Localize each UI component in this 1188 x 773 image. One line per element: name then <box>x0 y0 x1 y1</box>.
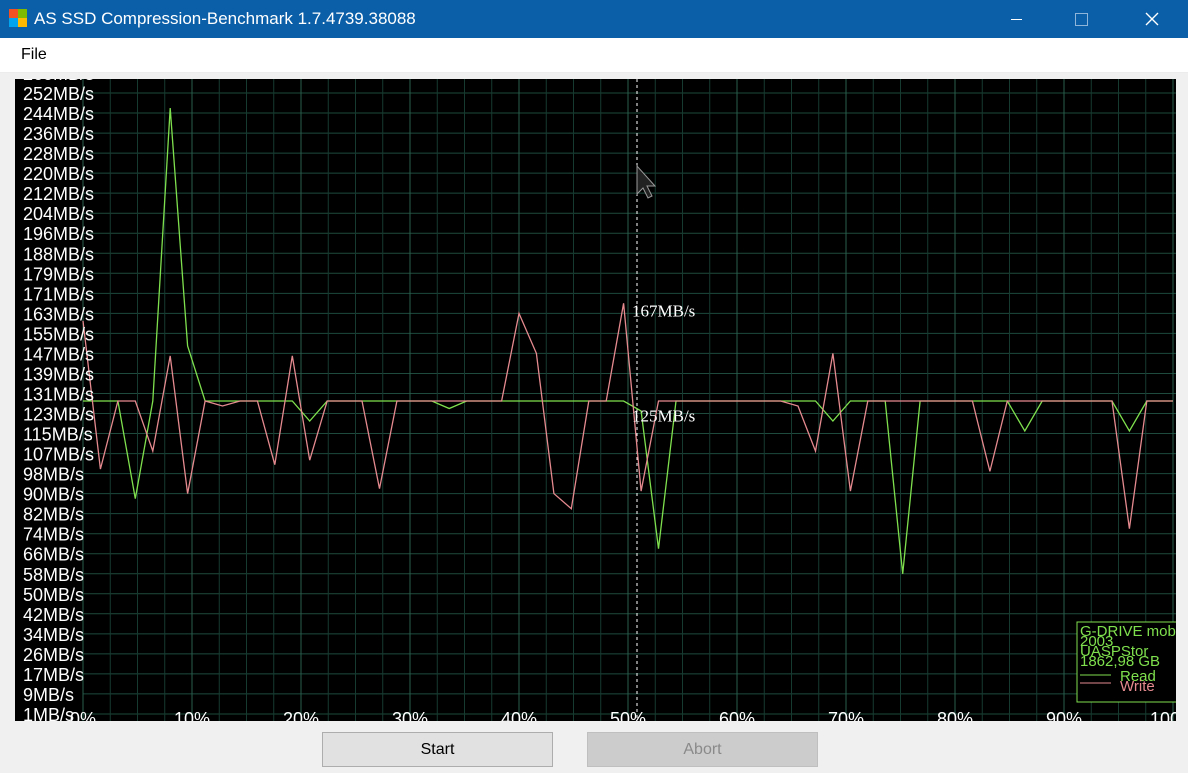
y-tick-label: 188MB/s <box>23 244 94 264</box>
x-tick-label: 70% <box>828 709 864 721</box>
y-tick-label: 228MB/s <box>23 144 94 164</box>
y-tick-label: 236MB/s <box>23 124 94 144</box>
y-tick-label: 123MB/s <box>23 405 94 425</box>
y-tick-label: 147MB/s <box>23 344 94 364</box>
y-tick-label: 131MB/s <box>23 384 94 404</box>
app-icon <box>9 9 27 27</box>
x-tick-label: 30% <box>392 709 428 721</box>
minimize-button[interactable] <box>986 0 1046 38</box>
x-tick-label: 50% <box>610 709 646 721</box>
legend-write-label: Write <box>1120 678 1155 695</box>
legend-layer: G-DRIVE mobile2003UASPStor1862,98 GBRead… <box>1076 621 1176 703</box>
y-tick-label: 42MB/s <box>23 605 84 625</box>
y-tick-label: 66MB/s <box>23 545 84 565</box>
y-tick-label: 26MB/s <box>23 645 84 665</box>
annotation-label: 167MB/s <box>632 301 695 320</box>
y-tick-label: 179MB/s <box>23 264 94 284</box>
x-tick-label: 100% <box>1150 709 1176 721</box>
cursor-layer <box>636 79 657 721</box>
maximize-button[interactable] <box>1051 0 1111 38</box>
title-bar: AS SSD Compression-Benchmark 1.7.4739.38… <box>0 0 1188 38</box>
compression-chart: 260MB/s252MB/s244MB/s236MB/s228MB/s220MB… <box>15 79 1176 721</box>
x-tick-label: 40% <box>501 709 537 721</box>
y-tick-label: 98MB/s <box>23 465 84 485</box>
label-layer: 260MB/s252MB/s244MB/s236MB/s228MB/s220MB… <box>23 79 1176 721</box>
y-tick-label: 163MB/s <box>23 304 94 324</box>
y-tick-label: 220MB/s <box>23 164 94 184</box>
y-tick-label: 115MB/s <box>23 425 93 445</box>
y-tick-label: 9MB/s <box>23 685 74 705</box>
x-tick-label: 20% <box>283 709 319 721</box>
menu-bar: File <box>0 38 1188 73</box>
y-tick-label: 82MB/s <box>23 505 84 525</box>
y-tick-label: 107MB/s <box>23 445 94 465</box>
y-tick-label: 212MB/s <box>23 184 94 204</box>
minimize-icon <box>1010 18 1022 20</box>
menu-file[interactable]: File <box>21 46 47 64</box>
y-tick-label: 74MB/s <box>23 525 84 545</box>
y-tick-label: 171MB/s <box>23 284 94 304</box>
close-button[interactable] <box>1122 0 1182 38</box>
close-icon <box>1145 12 1159 26</box>
x-tick-label: 80% <box>937 709 973 721</box>
abort-button[interactable]: Abort <box>587 732 818 767</box>
y-tick-label: 244MB/s <box>23 104 94 124</box>
y-tick-label: 155MB/s <box>23 324 94 344</box>
y-tick-label: 139MB/s <box>23 364 94 384</box>
x-tick-label: 90% <box>1046 709 1082 721</box>
grid-layer <box>82 79 1176 721</box>
y-tick-label: 252MB/s <box>23 84 94 104</box>
y-tick-label: 58MB/s <box>23 565 84 585</box>
x-tick-label: 10% <box>174 709 210 721</box>
y-tick-label: 1MB/s <box>23 705 74 721</box>
chart-svg: 260MB/s252MB/s244MB/s236MB/s228MB/s220MB… <box>23 79 1176 721</box>
start-button[interactable]: Start <box>322 732 553 767</box>
y-tick-label: 34MB/s <box>23 625 84 645</box>
y-tick-label: 17MB/s <box>23 665 84 685</box>
y-tick-label: 204MB/s <box>23 204 94 224</box>
y-tick-label: 90MB/s <box>23 485 84 505</box>
maximize-icon <box>1074 12 1088 26</box>
x-tick-label: 60% <box>719 709 755 721</box>
y-tick-label: 50MB/s <box>23 585 84 605</box>
annotation-label: 125MB/s <box>632 407 695 426</box>
y-tick-label: 196MB/s <box>23 224 94 244</box>
window-title: AS SSD Compression-Benchmark 1.7.4739.38… <box>34 9 416 28</box>
x-tick-label: 0% <box>70 709 96 721</box>
